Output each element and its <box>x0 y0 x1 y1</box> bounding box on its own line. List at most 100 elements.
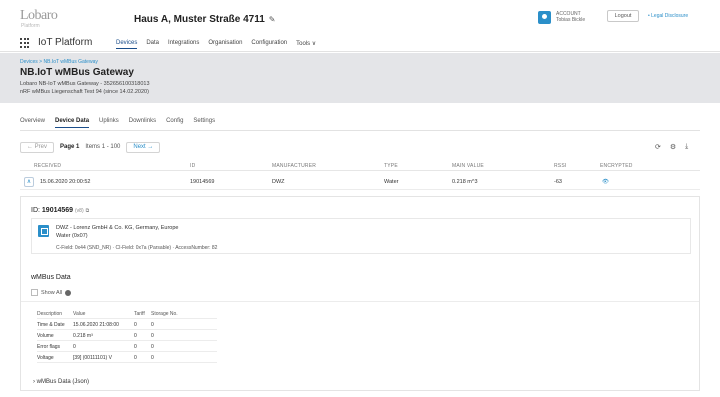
wcell-tariff: 0 <box>134 322 137 328</box>
wcell-description: Voltage <box>37 355 54 361</box>
wcol-value: Value <box>73 311 86 317</box>
account-info[interactable]: ACCOUNT Tobias Bickle <box>556 11 585 23</box>
col-encrypted[interactable]: ENCRYPTED <box>600 163 633 169</box>
download-icon[interactable]: ⤓ <box>685 143 688 151</box>
col-received[interactable]: RECEIVED <box>34 163 61 169</box>
logo-subtitle: Platform <box>21 23 40 29</box>
wcell-tariff: 0 <box>134 355 137 361</box>
wcol-tariff: Tariff <box>134 311 145 317</box>
wcol-description: Description <box>37 311 63 317</box>
tab-uplinks[interactable]: Uplinks <box>99 118 119 128</box>
table-row: Volume 0.218 m³ 0 0 <box>37 330 217 341</box>
wmbus-json-label: wMBus Data (Json) <box>36 379 90 385</box>
show-all-checkbox[interactable] <box>31 289 38 296</box>
wcol-storage: Storage No. <box>151 311 178 317</box>
device-banner <box>0 53 720 103</box>
wcell-tariff: 0 <box>134 333 137 339</box>
id-label: ID: <box>31 207 40 214</box>
main-nav: Devices Data Integrations Organisation C… <box>116 40 316 49</box>
col-rssi[interactable]: RSSI <box>554 163 566 169</box>
info-icon[interactable] <box>65 289 72 296</box>
device-info-box: DWZ - Lorenz GmbH & Co. KG, Germany, Eur… <box>31 218 691 254</box>
wcell-tariff: 0 <box>134 344 137 350</box>
col-type[interactable]: TYPE <box>384 163 398 169</box>
device-location: nRF wMBus Liegenschaft Test 94 (since 14… <box>20 89 149 95</box>
frame-fields-info: C-Field: 0x44 (SND_NR) · CI-Field: 0x7a … <box>56 245 218 251</box>
medium-info: Water (0x07) <box>56 233 88 239</box>
nav-organisation[interactable]: Organisation <box>208 40 242 49</box>
table-row[interactable]: ∧ 15.06.2020 20:00:52 19014569 DWZ Water… <box>20 174 700 190</box>
tab-config[interactable]: Config <box>166 118 183 128</box>
wmbus-table: Description Value Tariff Storage No. Tim… <box>37 308 217 363</box>
show-all-toggle[interactable]: Show All <box>31 289 72 296</box>
device-title: NB.IoT wMBus Gateway <box>20 67 134 78</box>
chevron-right-icon: › <box>33 379 35 385</box>
page-number: Page 1 <box>60 144 80 150</box>
wcell-storage: 0 <box>151 322 154 328</box>
nav-integrations[interactable]: Integrations <box>168 40 199 49</box>
logo[interactable]: Lobaro <box>20 8 58 24</box>
app-header: Lobaro Platform Haus A, Muster Straße 47… <box>0 0 720 52</box>
wmbus-json-toggle[interactable]: › wMBus Data (Json) <box>33 379 89 385</box>
tab-overview[interactable]: Overview <box>20 118 45 128</box>
settings-gear-icon[interactable]: ⚙ <box>670 143 676 151</box>
wmbus-data-title: wMBus Data <box>31 274 71 281</box>
table-row: Time & Date 15.06.2020 21:08:00 0 0 <box>37 319 217 330</box>
nav-tools[interactable]: Tools ∨ <box>296 40 316 49</box>
manufacturer-info: DWZ - Lorenz GmbH & Co. KG, Germany, Eur… <box>56 225 179 231</box>
cell-main-value: 0.218 m^3 <box>452 179 478 185</box>
property-title-text: Haus A, Muster Straße 4711 <box>134 14 265 25</box>
copy-icon[interactable]: ⧉ <box>86 208 90 214</box>
cell-rssi: -63 <box>554 179 562 185</box>
tab-downlinks[interactable]: Downlinks <box>129 118 156 128</box>
device-tabs: Overview Device Data Uplinks Downlinks C… <box>20 118 215 128</box>
next-page-button[interactable]: Next → <box>126 141 161 153</box>
wcell-description: Error flags <box>37 344 61 350</box>
app-name[interactable]: IoT Platform <box>38 37 92 48</box>
nav-data[interactable]: Data <box>146 40 159 49</box>
collapse-chevron-icon[interactable]: ∧ <box>24 177 34 187</box>
breadcrumb[interactable]: Devices > NB.IoT wMBus Gateway <box>20 59 98 65</box>
table-row: Voltage [39] (00111101) V 0 0 <box>37 352 217 363</box>
account-icon[interactable] <box>538 11 551 24</box>
tabs-divider <box>20 130 700 131</box>
wmbus-table-header: Description Value Tariff Storage No. <box>37 308 217 319</box>
wcell-storage: 0 <box>151 333 154 339</box>
eye-icon[interactable]: 👁 <box>602 179 609 185</box>
table-header: RECEIVED ID MANUFACTURER TYPE MAIN VALUE… <box>20 161 700 171</box>
device-description: Lobaro NB-IoT wMBus Gateway - 3526561003… <box>20 81 150 87</box>
divider <box>21 301 699 302</box>
col-main-value[interactable]: MAIN VALUE <box>452 163 484 169</box>
table-row: Error flags 0 0 0 <box>37 341 217 352</box>
wcell-value: 0 <box>73 344 76 350</box>
cell-id: 19014569 <box>190 179 215 185</box>
show-all-label: Show All <box>41 289 63 296</box>
detail-id: ID: 19014569 (v8) ⧉ <box>31 207 89 214</box>
account-name: Tobias Bickle <box>556 17 586 23</box>
edit-icon[interactable]: ✎ <box>269 15 276 24</box>
col-manufacturer[interactable]: MANUFACTURER <box>272 163 316 169</box>
meter-icon <box>38 225 49 237</box>
wcell-description: Volume <box>37 333 54 339</box>
wcell-storage: 0 <box>151 344 154 350</box>
wcell-value: 15.06.2020 21:08:00 <box>73 322 119 328</box>
col-id[interactable]: ID <box>190 163 195 169</box>
tab-settings[interactable]: Settings <box>193 118 215 128</box>
app-grid-icon[interactable] <box>20 38 30 48</box>
cell-received: 15.06.2020 20:00:52 <box>40 179 91 185</box>
id-value: 19014569 <box>41 207 74 214</box>
cell-manufacturer: DWZ <box>272 179 285 185</box>
id-version: (v8) <box>75 208 84 214</box>
nav-configuration[interactable]: Configuration <box>251 40 287 49</box>
wcell-value: [39] (00111101) V <box>73 355 112 361</box>
refresh-icon[interactable]: ⟳ <box>655 143 661 151</box>
logout-button[interactable]: Logout <box>607 10 639 22</box>
prev-page-button[interactable]: ← Prev <box>20 141 55 153</box>
nav-devices[interactable]: Devices <box>116 40 138 49</box>
tab-device-data[interactable]: Device Data <box>55 118 90 128</box>
wcell-storage: 0 <box>151 355 154 361</box>
legal-disclosure-link[interactable]: • Legal Disclosure <box>648 13 688 19</box>
table-tools: ⟳ ⚙ ⤓ <box>655 143 688 151</box>
pagination: ← Prev Page 1 Items 1 - 100 Next → <box>20 140 161 154</box>
items-range: Items 1 - 100 <box>85 144 121 150</box>
